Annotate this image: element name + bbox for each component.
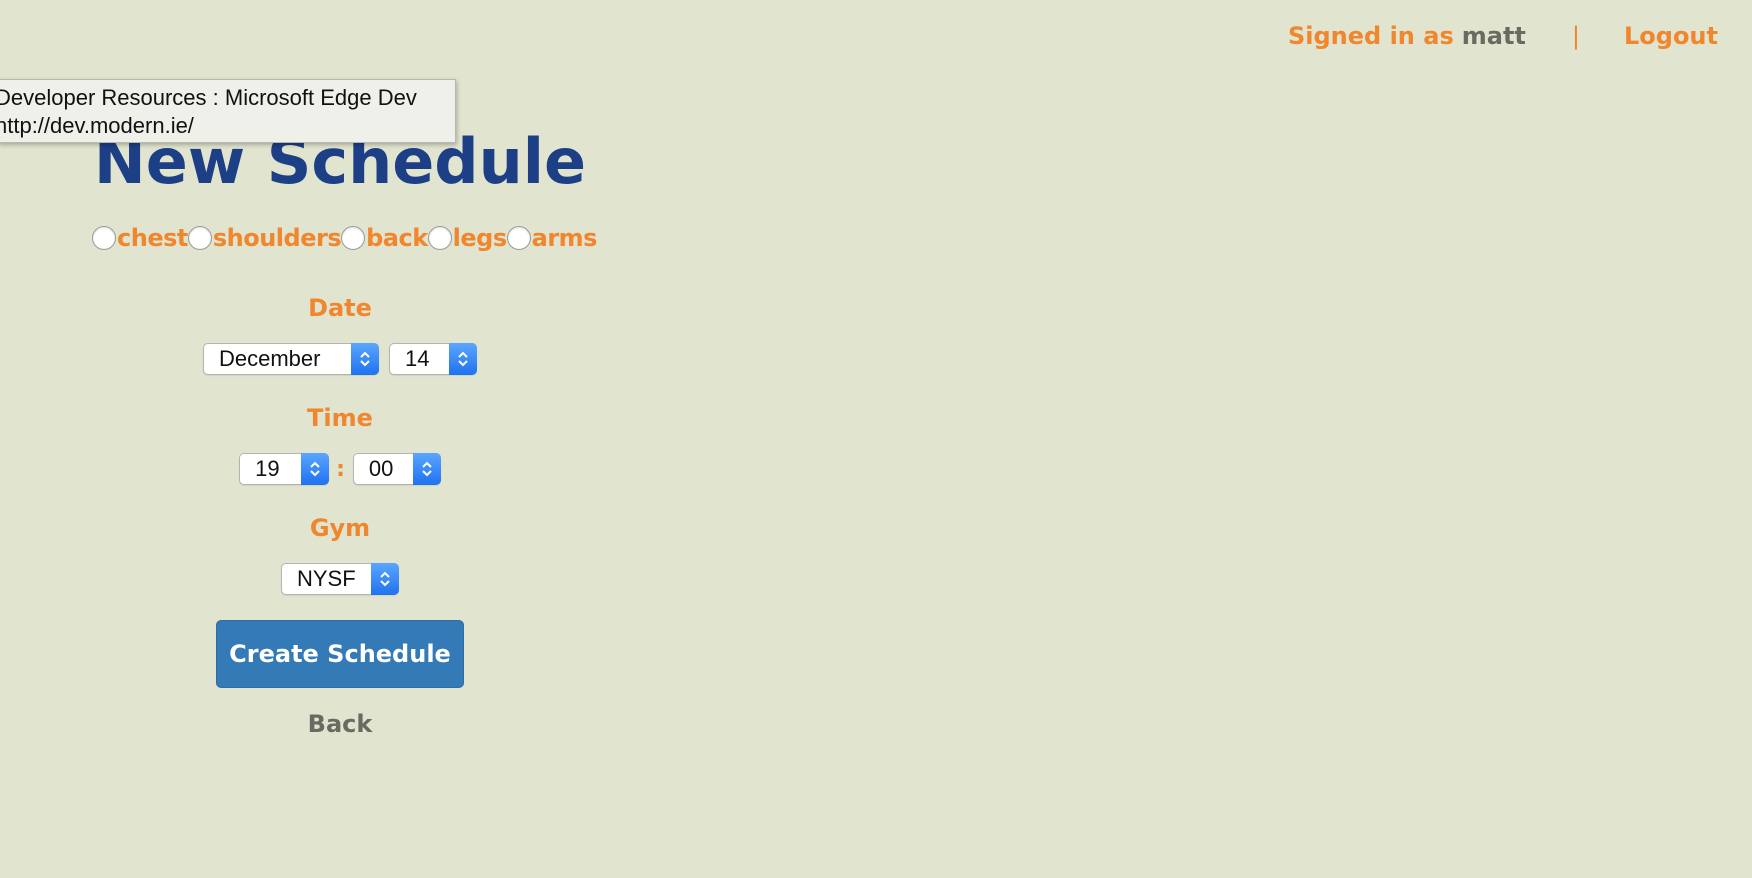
- select-arrows-icon: [449, 343, 477, 375]
- muscle-option-chest[interactable]: chest: [92, 224, 188, 252]
- nav-separator: |: [1571, 22, 1580, 50]
- day-select[interactable]: 14: [389, 343, 477, 375]
- tooltip-url: http://dev.modern.ie/: [0, 113, 194, 138]
- logout-link[interactable]: Logout: [1624, 22, 1718, 50]
- select-arrows-icon: [351, 343, 379, 375]
- radio-shoulders[interactable]: [187, 226, 212, 250]
- muscle-label-chest: chest: [117, 224, 188, 252]
- radio-legs[interactable]: [427, 226, 452, 250]
- muscle-option-shoulders[interactable]: shoulders: [187, 224, 342, 252]
- date-label: Date: [308, 294, 372, 322]
- link-tooltip: Developer Resources : Microsoft Edge Dev…: [0, 79, 456, 143]
- radio-chest[interactable]: [92, 226, 116, 250]
- muscle-option-arms[interactable]: arms: [506, 224, 598, 252]
- radio-arms[interactable]: [506, 226, 531, 250]
- muscle-label-legs: legs: [452, 224, 507, 252]
- back-link[interactable]: Back: [0, 710, 680, 738]
- signed-in-label: Signed in as: [1287, 22, 1454, 50]
- select-arrows-icon: [371, 563, 399, 595]
- gym-select-value: NYSF: [297, 566, 356, 591]
- time-separator: :: [336, 456, 345, 482]
- muscle-radio-group: chest shoulders back legs arms: [92, 224, 597, 252]
- select-arrows-icon: [301, 453, 330, 485]
- muscle-label-shoulders: shoulders: [212, 224, 342, 252]
- muscle-label-arms: arms: [531, 224, 598, 252]
- gym-select[interactable]: NYSF: [281, 563, 399, 595]
- hour-select[interactable]: 19: [239, 453, 330, 485]
- tooltip-title: Developer Resources : Microsoft Edge Dev: [0, 85, 417, 110]
- day-select-value: 14: [405, 346, 430, 371]
- radio-back[interactable]: [341, 226, 366, 250]
- create-schedule-button[interactable]: Create Schedule: [216, 620, 464, 688]
- top-nav: Signed in as matt | Logout: [1288, 22, 1718, 50]
- gym-label: Gym: [309, 514, 371, 542]
- date-row: December 14: [0, 343, 680, 375]
- muscle-option-back[interactable]: back: [341, 224, 428, 252]
- hour-select-value: 19: [255, 456, 280, 481]
- month-select-value: December: [219, 346, 321, 371]
- minute-select-value: 00: [368, 456, 394, 481]
- time-row: 19 : 00: [0, 453, 680, 485]
- time-label: Time: [307, 404, 373, 432]
- gym-row: NYSF: [0, 563, 680, 595]
- username: matt: [1461, 22, 1526, 50]
- month-select[interactable]: December: [203, 343, 379, 375]
- select-arrows-icon: [412, 453, 441, 485]
- minute-select[interactable]: 00: [352, 453, 441, 485]
- muscle-label-back: back: [366, 224, 428, 252]
- muscle-option-legs[interactable]: legs: [427, 224, 507, 252]
